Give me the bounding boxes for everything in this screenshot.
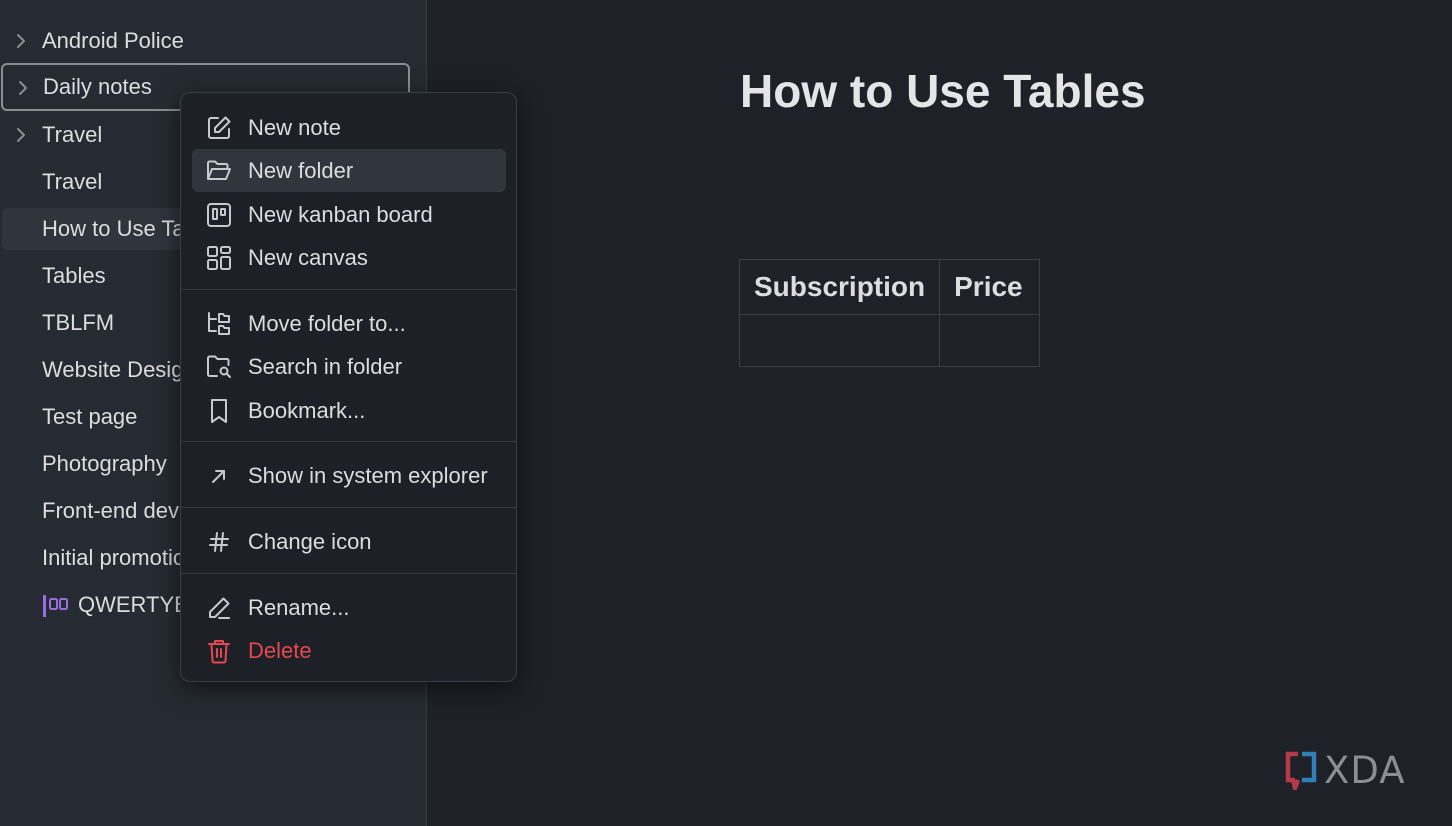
menu-separator — [181, 573, 516, 574]
markdown-table[interactable]: Subscription Price — [738, 259, 1041, 367]
folder-open-icon — [206, 158, 232, 184]
document-title[interactable]: How to Use Tables — [740, 64, 1146, 118]
menu-item-label: Search in folder — [248, 353, 403, 379]
tree-item-label: TBLFM — [42, 310, 115, 335]
tree-item-label: Travel — [42, 169, 103, 194]
menu-item-label: Change icon — [248, 528, 372, 554]
tree-item-label: Tables — [42, 263, 106, 288]
menu-item-new-kanban-board[interactable]: New kanban board — [192, 193, 506, 236]
arrow-up-right-icon — [206, 463, 232, 489]
menu-separator — [181, 507, 516, 508]
app-window: Android Police Daily notes Travel Travel… — [0, 0, 1452, 826]
tree-item-label: Daily notes — [43, 74, 152, 99]
editor-pane: How to Use Tables Subscription Price — [428, 0, 1452, 826]
folder-search-icon — [206, 354, 232, 380]
canvas-icon — [206, 245, 232, 271]
menu-separator — [181, 289, 516, 290]
tree-item-label: Android Police — [42, 28, 184, 53]
tree-item-label: Website Design — [42, 357, 196, 382]
menu-item-label: Rename... — [248, 594, 350, 620]
menu-item-change-icon[interactable]: Change icon — [192, 520, 506, 563]
menu-item-new-note[interactable]: New note — [192, 106, 506, 149]
bookmark-icon — [206, 398, 232, 424]
menu-item-label: Delete — [248, 637, 312, 663]
table-header-cell[interactable]: Price — [939, 259, 1041, 315]
menu-item-label: New folder — [248, 157, 354, 183]
tree-item-label: Initial promotion — [42, 545, 198, 570]
menu-item-new-folder[interactable]: New folder — [192, 149, 506, 192]
folder-context-menu: New note New folder New kanban board New… — [180, 92, 517, 682]
watermark-text: XDA — [1324, 748, 1406, 792]
menu-item-label: Show in system explorer — [248, 462, 488, 488]
menu-item-label: New note — [248, 114, 341, 140]
menu-item-search-in-folder[interactable]: Search in folder — [192, 345, 506, 388]
menu-item-new-canvas[interactable]: New canvas — [192, 236, 506, 279]
menu-item-bookmark[interactable]: Bookmark... — [192, 389, 506, 432]
menu-item-label: New canvas — [248, 244, 368, 270]
menu-item-show-in-system-explorer[interactable]: Show in system explorer — [192, 454, 506, 497]
chevron-right-icon[interactable] — [12, 125, 30, 145]
table-cell[interactable] — [738, 314, 941, 367]
edit-note-icon — [206, 115, 232, 141]
trash-icon — [206, 638, 232, 664]
chevron-right-icon[interactable] — [12, 31, 30, 51]
menu-item-label: New kanban board — [248, 201, 433, 227]
menu-item-rename[interactable]: Rename... — [192, 586, 506, 629]
kanban-board-icon — [206, 202, 232, 228]
menu-item-delete[interactable]: Delete — [192, 629, 506, 672]
hash-icon — [206, 529, 232, 555]
menu-separator — [181, 441, 516, 442]
menu-item-move-folder[interactable]: Move folder to... — [192, 302, 506, 345]
pencil-icon — [206, 595, 232, 621]
tree-item-label: Travel — [42, 122, 103, 147]
move-folder-icon — [206, 311, 232, 337]
table-header-cell[interactable]: Subscription — [738, 259, 941, 315]
kanban-icon — [42, 594, 70, 624]
xda-watermark-logo: XDA — [1284, 748, 1424, 792]
tree-item-label: Test page — [42, 404, 138, 429]
menu-item-label: Move folder to... — [248, 310, 406, 336]
table-row — [738, 314, 1041, 367]
chevron-right-icon[interactable] — [14, 78, 32, 98]
xda-logo-icon — [1285, 751, 1317, 790]
table-cell[interactable] — [939, 314, 1041, 367]
menu-item-label: Bookmark... — [248, 397, 366, 423]
tree-item-label: Photography — [42, 451, 167, 476]
tree-item-label: Front-end dev — [42, 498, 179, 523]
tree-folder-android-police[interactable]: Android Police — [0, 20, 410, 62]
